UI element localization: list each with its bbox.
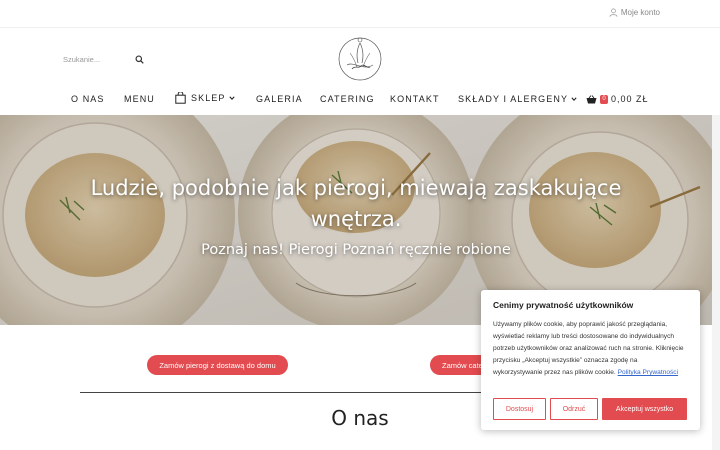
nav-item-catering[interactable]: CATERING xyxy=(320,94,375,104)
cart-total: 0,00 ZŁ xyxy=(611,94,649,104)
cart-count-badge: 0 xyxy=(600,94,608,104)
nav-item-label: CATERING xyxy=(320,94,375,104)
nav-item-label: GALERIA xyxy=(256,94,303,104)
hero-subtitle: Poznaj nas! Pierogi Poznań ręcznie robio… xyxy=(201,242,511,258)
search-input[interactable] xyxy=(63,54,129,64)
cookie-title: Cenimy prywatność użytkowników xyxy=(493,300,634,310)
cookie-buttons: Dostosuj Odrzuć Akceptuj wszystko xyxy=(493,398,687,420)
search-icon[interactable] xyxy=(135,54,144,64)
nav-item-kontakt[interactable]: KONTAKT xyxy=(390,94,440,104)
cart-button[interactable]: 0 0,00 ZŁ xyxy=(586,94,649,104)
basket-icon xyxy=(586,94,597,103)
user-icon xyxy=(609,8,618,17)
nav-item-label: MENU xyxy=(124,94,155,104)
order-delivery-button[interactable]: Zamów pierogi z dostawą do domu xyxy=(147,355,288,375)
cookie-text: Używamy plików cookie, aby poprawić jako… xyxy=(493,319,688,379)
accept-all-button[interactable]: Akceptuj wszystko xyxy=(602,398,687,420)
nav-item-menu[interactable]: MENU xyxy=(124,94,155,104)
nav-item-sklep[interactable]: SKLEP xyxy=(175,92,235,104)
customize-button[interactable]: Dostosuj xyxy=(493,398,546,420)
nav-item-label: SKLEP xyxy=(191,93,226,103)
nav-item-label: KONTAKT xyxy=(390,94,440,104)
nav-item-sklady-i-alergeny[interactable]: SKŁADY I ALERGENY xyxy=(458,94,577,104)
nav-item-o-nas[interactable]: O NAS xyxy=(71,94,105,104)
shopping-bag-icon xyxy=(175,92,186,104)
reject-button[interactable]: Odrzuć xyxy=(550,398,598,420)
chevron-down-icon xyxy=(228,96,235,101)
nav-item-galeria[interactable]: GALERIA xyxy=(256,94,303,104)
chevron-down-icon xyxy=(571,97,577,102)
main-nav: O NAS MENU SKLEP GALERIA CATERING KONTAK… xyxy=(0,90,720,110)
scrollbar[interactable] xyxy=(712,115,720,450)
hero-title: Ludzie, podobnie jak pierogi, miewają za… xyxy=(90,176,622,231)
my-account-label: Moje konto xyxy=(620,8,660,17)
top-bar: Moje konto xyxy=(0,0,720,28)
my-account-link[interactable]: Moje konto xyxy=(609,8,660,17)
logo-emblem[interactable] xyxy=(333,35,387,81)
nav-item-label: SKŁADY I ALERGENY xyxy=(458,94,569,104)
cookie-body-text: Używamy plików cookie, aby poprawić jako… xyxy=(493,321,684,376)
search-form xyxy=(63,51,148,67)
nav-item-label: O NAS xyxy=(71,94,105,104)
privacy-policy-link[interactable]: Polityka Prywatności xyxy=(618,369,678,376)
page: Moje konto O NAS MENU SKLEP xyxy=(0,0,720,450)
cookie-consent-dialog: Cenimy prywatność użytkowników Używamy p… xyxy=(481,290,700,430)
